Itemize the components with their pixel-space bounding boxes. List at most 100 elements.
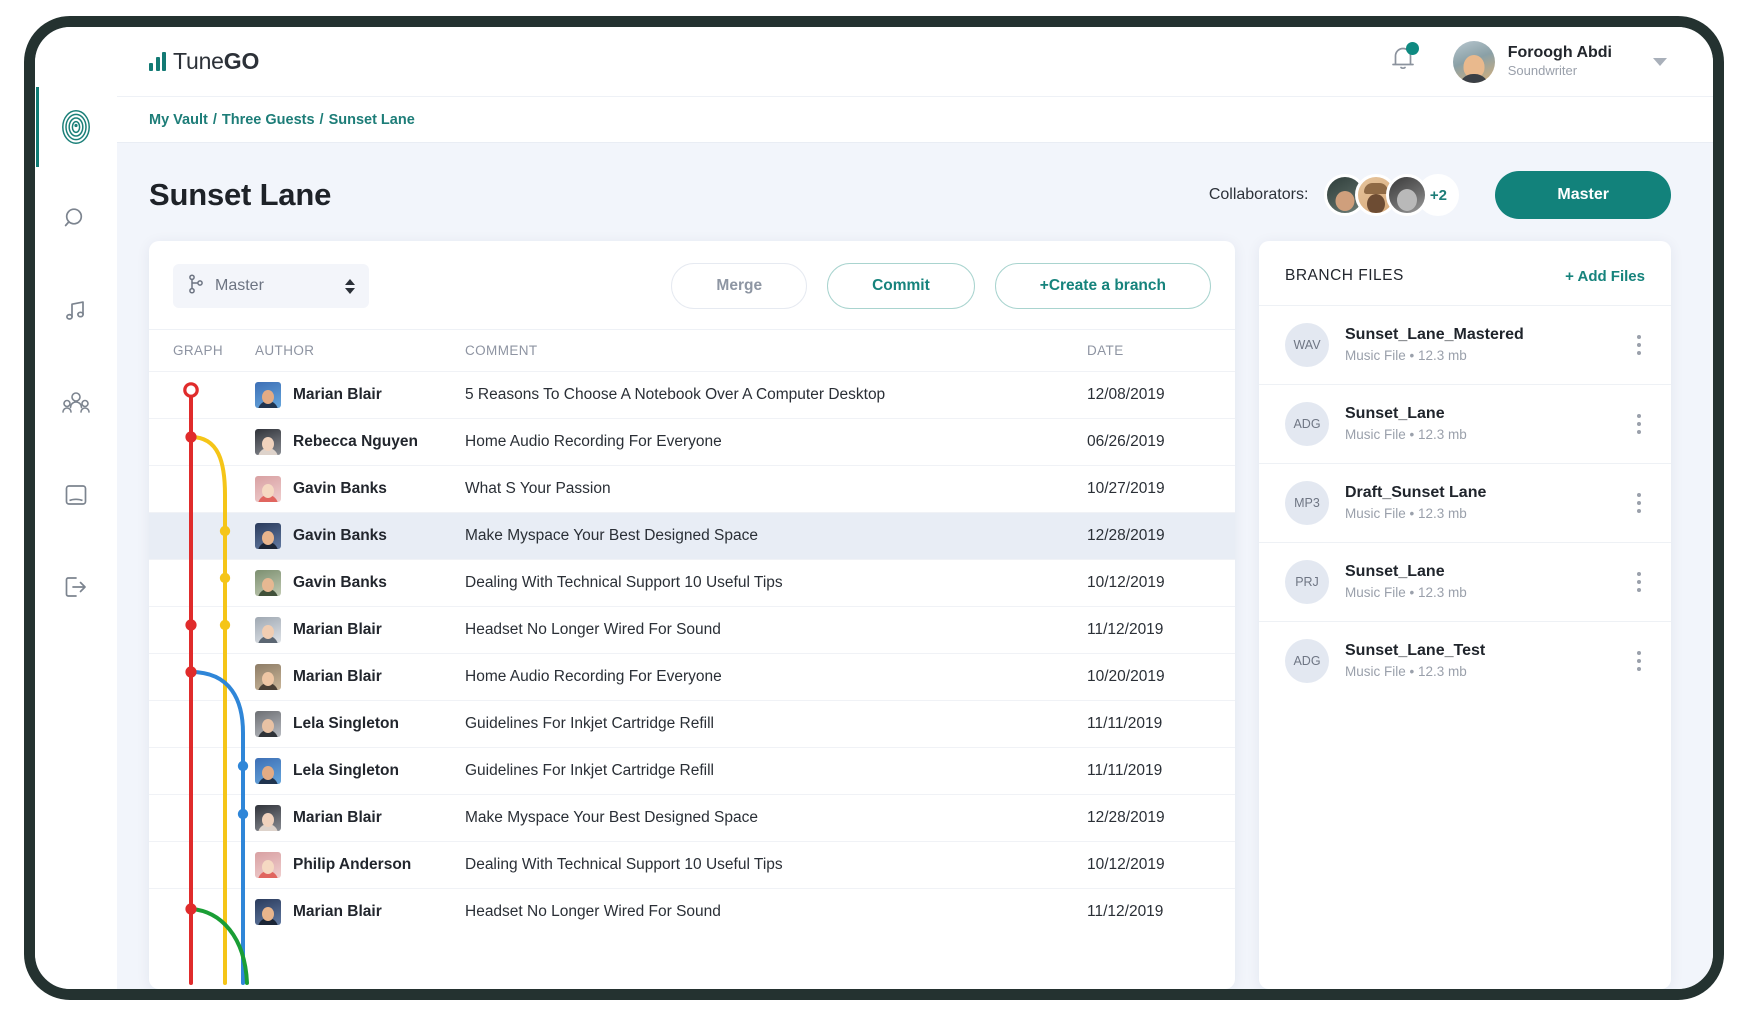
table-row[interactable]: Gavin BanksDealing With Technical Suppor…: [149, 559, 1235, 606]
file-name: Sunset_Lane: [1345, 561, 1613, 583]
table-row[interactable]: Gavin Banks Make Myspace Your Best Design…: [149, 512, 1235, 559]
bar-chart-icon: [149, 52, 166, 71]
collaborators-label: Collaborators:: [1209, 186, 1309, 204]
master-button[interactable]: Master: [1495, 171, 1671, 219]
author-name: Marian Blair: [293, 621, 382, 639]
branch-files-header: BRANCH FILES + Add Files: [1259, 241, 1671, 305]
branch-file-item[interactable]: PRJ Sunset_LaneMusic File • 12.3 mb: [1259, 542, 1671, 621]
author-name: Gavin Banks: [293, 527, 387, 545]
create-branch-button[interactable]: +Create a branch: [995, 263, 1211, 309]
author-avatar: [255, 664, 281, 690]
row-comment-cell: Headset No Longer Wired For Sound: [465, 621, 1087, 639]
sidebar-item-library[interactable]: [50, 469, 102, 521]
comment-text: 5 Reasons To Choose A Notebook Over A Co…: [465, 386, 885, 403]
logo-text: TuneGO: [173, 48, 259, 75]
breadcrumb-item-2[interactable]: Sunset Lane: [329, 112, 415, 128]
file-meta: Sunset_LaneMusic File • 12.3 mb: [1345, 403, 1613, 444]
author-name: Gavin Banks: [293, 480, 387, 498]
breadcrumb-separator: /: [320, 112, 324, 128]
comment-text: Headset No Longer Wired For Sound: [465, 621, 721, 638]
row-author-cell: Gavin Banks: [255, 476, 465, 502]
add-files-button[interactable]: + Add Files: [1565, 268, 1645, 285]
app-logo[interactable]: TuneGO: [149, 48, 259, 75]
commit-date: 10/20/2019: [1087, 668, 1165, 685]
commit-table: GRAPH AUTHOR COMMENT DATE Marian Blair5 …: [149, 329, 1235, 989]
file-meta: Sunset_LaneMusic File • 12.3 mb: [1345, 561, 1613, 602]
file-name: Draft_Sunset Lane: [1345, 482, 1613, 504]
commit-toolbar: Master Merge Commit +Create a branch: [149, 241, 1235, 329]
column-header-date: DATE: [1087, 343, 1235, 358]
sidebar: [35, 27, 117, 989]
user-profile-menu[interactable]: Foroogh Abdi Soundwriter: [1453, 41, 1667, 83]
branch-file-item[interactable]: ADGSunset_LaneMusic File • 12.3 mb: [1259, 384, 1671, 463]
breadcrumb-item-0[interactable]: My Vault: [149, 112, 208, 128]
comment-text: Guidelines For Inkjet Cartridge Refill: [465, 715, 714, 732]
author-avatar: [255, 523, 281, 549]
author-avatar: [255, 899, 281, 925]
file-options-button[interactable]: [1629, 329, 1649, 361]
table-row[interactable]: Lela Singleton Guidelines For Inkjet Cart…: [149, 700, 1235, 747]
column-header-comment: COMMENT: [465, 343, 1087, 358]
comment-text: What S Your Passion: [465, 480, 611, 497]
row-comment-cell: Home Audio Recording For Everyone: [465, 668, 1087, 686]
row-date-cell: 10/12/2019: [1087, 574, 1235, 592]
table-row[interactable]: Marian Blair 5 Reasons To Choose A Notebo…: [149, 371, 1235, 418]
avatar: [1453, 41, 1495, 83]
row-date-cell: 10/27/2019: [1087, 480, 1235, 498]
comment-text: Home Audio Recording For Everyone: [465, 433, 722, 450]
row-comment-cell: Make Myspace Your Best Designed Space: [465, 527, 1087, 545]
file-options-button[interactable]: [1629, 408, 1649, 440]
sidebar-item-search[interactable]: [50, 193, 102, 245]
comment-text: Headset No Longer Wired For Sound: [465, 903, 721, 920]
file-options-button[interactable]: [1629, 487, 1649, 519]
table-row[interactable]: Philip AndersonDealing With Technical Su…: [149, 841, 1235, 888]
table-row[interactable]: Marian BlairMake Myspace Your Best Desig…: [149, 794, 1235, 841]
author-avatar: [255, 429, 281, 455]
table-row[interactable]: Rebecca NguyenHome Audio Recording For E…: [149, 418, 1235, 465]
author-name: Marian Blair: [293, 386, 382, 404]
chevron-down-icon[interactable]: [1653, 58, 1667, 66]
notifications-button[interactable]: [1389, 44, 1417, 79]
author-avatar: [255, 805, 281, 831]
branch-file-item[interactable]: ADG Sunset_Lane_TestMusic File • 12.3 mb: [1259, 621, 1671, 700]
table-row[interactable]: Gavin Banks What S Your Passion 10/27/2019: [149, 465, 1235, 512]
comment-text: Home Audio Recording For Everyone: [465, 668, 722, 685]
file-options-button[interactable]: [1629, 566, 1649, 598]
commit-date: 12/28/2019: [1087, 809, 1165, 826]
commit-date: 12/28/2019: [1087, 527, 1165, 544]
branch-file-item[interactable]: WAVSunset_Lane_MasteredMusic File • 12.3…: [1259, 305, 1671, 384]
page-header: Sunset Lane Collaborators: +2 Master: [117, 143, 1713, 241]
commit-button[interactable]: Commit: [827, 263, 975, 309]
row-author-cell: Marian Blair: [255, 382, 465, 408]
file-type-badge: ADG: [1285, 639, 1329, 683]
file-options-button[interactable]: [1629, 645, 1649, 677]
author-avatar: [255, 758, 281, 784]
branch-icon: [187, 274, 205, 299]
merge-button[interactable]: Merge: [671, 263, 807, 309]
commit-date: 11/11/2019: [1087, 762, 1162, 779]
main-area: TuneGO Foroogh Abdi Soundwriter: [117, 27, 1713, 989]
file-meta: Sunset_Lane_TestMusic File • 12.3 mb: [1345, 640, 1613, 681]
sidebar-item-vault[interactable]: [50, 101, 102, 153]
table-row[interactable]: Lela SingletonGuidelines For Inkjet Cart…: [149, 747, 1235, 794]
commit-date: 06/26/2019: [1087, 433, 1165, 450]
row-date-cell: 11/12/2019: [1087, 621, 1235, 639]
branch-select[interactable]: Master: [173, 264, 369, 308]
breadcrumb-item-1[interactable]: Three Guests: [222, 112, 315, 128]
branch-file-item[interactable]: MP3Draft_Sunset LaneMusic File • 12.3 mb: [1259, 463, 1671, 542]
row-date-cell: 11/12/2019: [1087, 903, 1235, 921]
page-header-actions: Collaborators: +2 Master: [1209, 171, 1671, 219]
table-row[interactable]: Marian BlairHome Audio Recording For Eve…: [149, 653, 1235, 700]
table-row[interactable]: Marian Blair Headset No Longer Wired For …: [149, 606, 1235, 653]
sidebar-item-logout[interactable]: [50, 561, 102, 613]
row-author-cell: Marian Blair: [255, 664, 465, 690]
file-type-badge: PRJ: [1285, 560, 1329, 604]
author-name: Lela Singleton: [293, 715, 399, 733]
row-comment-cell: Make Myspace Your Best Designed Space: [465, 809, 1087, 827]
commit-date: 10/12/2019: [1087, 856, 1165, 873]
sidebar-item-music[interactable]: [50, 285, 102, 337]
row-author-cell: Gavin Banks: [255, 570, 465, 596]
file-subtitle: Music File • 12.3 mb: [1345, 662, 1613, 682]
table-row[interactable]: Marian BlairHeadset No Longer Wired For …: [149, 888, 1235, 935]
sidebar-item-collaborators[interactable]: [50, 377, 102, 429]
